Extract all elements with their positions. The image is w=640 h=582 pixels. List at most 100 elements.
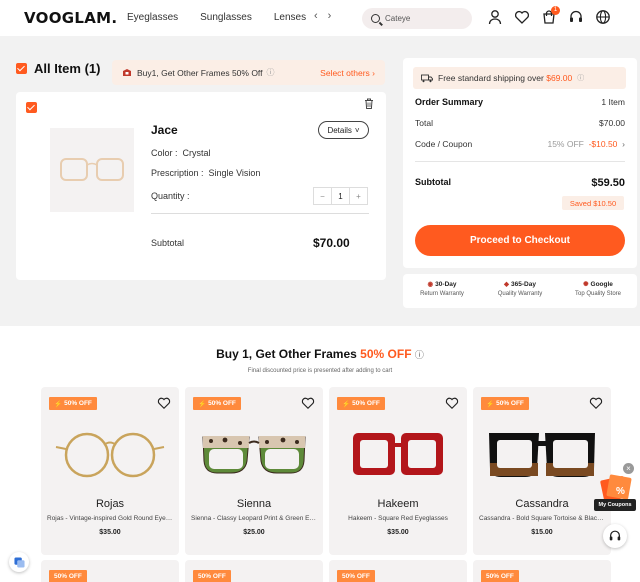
coupon-row[interactable]: Code / Coupon 15% OFF -$10.50 › — [415, 139, 625, 149]
promo-banner: Buy1, Get Other Frames 50% Off ⓘ Select … — [112, 60, 385, 85]
glasses-image — [489, 433, 595, 477]
nav-eyeglasses[interactable]: Eyeglasses — [127, 12, 178, 23]
subtotal-label: Subtotal — [415, 177, 451, 187]
order-summary-panel: Free standard shipping over $69.00 ⓘ Ord… — [403, 58, 637, 268]
guarantee-title: 365-Day — [511, 280, 536, 288]
discount-badge: ⚡ 50% OFF — [337, 397, 385, 410]
select-all-checkbox[interactable] — [16, 63, 27, 74]
chevron-right-icon: › — [622, 139, 625, 149]
checkout-button[interactable]: Proceed to Checkout — [415, 225, 625, 256]
item-count: 1 Item — [601, 97, 625, 107]
divider — [415, 161, 625, 162]
product-desc: Hakeem - Square Red Eyeglasses — [348, 515, 448, 522]
badge-text: 50% OFF — [54, 573, 82, 580]
trash-icon[interactable] — [364, 98, 374, 109]
header-icons: 1 — [487, 6, 611, 25]
decrease-button[interactable]: − — [314, 188, 331, 204]
details-label: Details — [327, 125, 352, 135]
product-card[interactable]: 50% OFF — [41, 560, 179, 582]
chevron-right-icon[interactable]: › — [328, 10, 332, 22]
guarantee-title: Google — [590, 280, 613, 288]
translate-icon — [13, 556, 25, 568]
nav-lenses[interactable]: Lenses — [274, 12, 306, 23]
shipping-text: Free standard shipping over — [438, 73, 544, 83]
upsell-subtitle: Final discounted price is presented afte… — [247, 368, 393, 374]
summary-header-row: Order Summary 1 Item — [415, 97, 625, 107]
upsell-title-highlight: 50% OFF — [360, 347, 412, 361]
product-desc: Rojas - Vintage-inspired Gold Round Eyeg… — [47, 515, 173, 522]
guarantee-title: 30-Day — [435, 280, 457, 288]
search-input[interactable]: Cateye — [362, 8, 472, 29]
discount-badge: ⚡ 50% OFF — [481, 397, 529, 410]
product-card[interactable]: ⚡ 50% OFF Sienna Sienna - Classy Leopard … — [185, 387, 323, 555]
translate-button[interactable] — [9, 552, 29, 572]
product-card[interactable]: 50% OFF — [185, 560, 323, 582]
product-card[interactable]: ⚡ 50% OFF Cassandra Cassandra - Bold Squa… — [473, 387, 611, 555]
info-icon[interactable]: ⓘ — [267, 67, 275, 78]
logo[interactable]: VOOGLAM. — [24, 9, 117, 27]
details-button[interactable]: Details ˅ — [318, 121, 369, 139]
info-icon[interactable]: ⓘ — [577, 73, 584, 83]
tag-icon — [123, 68, 131, 76]
cart-button[interactable]: 1 — [541, 6, 560, 25]
product-name: Cassandra — [515, 498, 569, 510]
support-button[interactable] — [603, 524, 627, 548]
badge-icon: ✺ — [583, 281, 589, 288]
heart-icon[interactable] — [445, 396, 459, 410]
product-desc: Cassandra - Bold Square Tortoise & Black… — [479, 515, 605, 522]
glasses-image — [353, 433, 443, 475]
header: VOOGLAM. Eyeglasses Sunglasses Lenses ‹ … — [0, 0, 640, 36]
user-icon[interactable] — [487, 9, 503, 25]
item-subtotal-label: Subtotal — [151, 238, 185, 248]
badge-text: 50% OFF — [352, 400, 380, 407]
search-icon — [371, 14, 380, 23]
info-icon[interactable]: ⓘ — [415, 350, 424, 360]
product-price: $35.00 — [99, 529, 121, 536]
product-card[interactable]: 50% OFF — [473, 560, 611, 582]
heart-icon[interactable] — [157, 396, 171, 410]
product-name: Jace — [151, 123, 178, 137]
product-card[interactable]: ⚡ 50% OFF Hakeem Hakeem - Square Red Eyeg… — [329, 387, 467, 555]
headset-icon — [609, 530, 621, 541]
quantity-stepper: − 1 + — [313, 187, 368, 205]
order-summary-title: Order Summary — [415, 97, 484, 107]
headset-icon[interactable] — [568, 9, 584, 25]
subtotal-row: Subtotal $59.50 — [415, 177, 625, 189]
guarantee-google: ✺ Google Top Quality Store — [559, 274, 637, 308]
my-coupons-label[interactable]: My Coupons — [594, 499, 636, 511]
quantity-value[interactable]: 1 — [331, 188, 350, 204]
heart-icon[interactable] — [514, 9, 530, 25]
total-row: Total $70.00 — [415, 118, 625, 128]
nav-sunglasses[interactable]: Sunglasses — [200, 12, 252, 23]
total-value: $70.00 — [599, 118, 625, 128]
product-card[interactable]: ⚡ 50% OFF Rojas Rojas - Vintage-inspired … — [41, 387, 179, 555]
close-icon[interactable]: × — [623, 463, 634, 474]
coupon-value: -$10.50 — [588, 139, 618, 149]
heart-icon[interactable] — [301, 396, 315, 410]
lightning-icon: ⚡ — [54, 400, 63, 408]
all-item-label: All Item (1) — [34, 61, 101, 76]
select-others-link[interactable]: Select others › — [320, 68, 375, 78]
coupon-off: 15% OFF — [547, 139, 584, 149]
globe-icon[interactable] — [595, 9, 611, 25]
main-nav: Eyeglasses Sunglasses Lenses — [127, 12, 306, 23]
coupon-label: Code / Coupon — [415, 139, 473, 149]
chevron-left-icon[interactable]: ‹ — [314, 10, 318, 22]
guarantee-sub: Quality Warranty — [497, 291, 543, 297]
heart-icon[interactable] — [589, 396, 603, 410]
product-card[interactable]: 50% OFF — [329, 560, 467, 582]
color-value: Crystal — [182, 148, 211, 158]
upsell-title: Buy 1, Get Other Frames 50% OFF ⓘ — [0, 347, 640, 361]
prescription-value: Single Vision — [208, 168, 261, 178]
discount-badge: 50% OFF — [337, 570, 375, 582]
saved-badge: Saved $10.50 — [562, 196, 624, 210]
product-image[interactable] — [50, 128, 134, 212]
badge-text: 50% OFF — [64, 400, 92, 407]
total-label: Total — [415, 118, 433, 128]
svg-text:%: % — [616, 486, 625, 497]
guarantee-sub: Top Quality Store — [574, 291, 622, 297]
item-checkbox[interactable] — [26, 102, 37, 113]
increase-button[interactable]: + — [350, 188, 367, 204]
discount-badge: ⚡ 50% OFF — [193, 397, 241, 410]
discount-badge: 50% OFF — [481, 570, 519, 582]
